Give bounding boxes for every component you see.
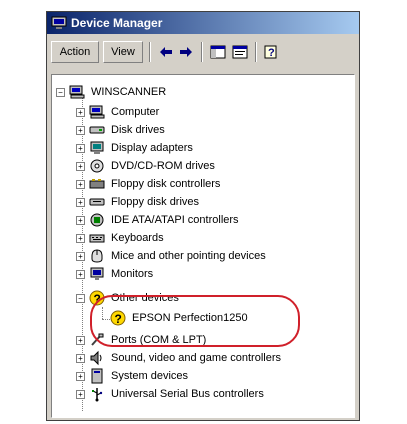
tree-item-dvd-cdrom-drives[interactable]: + DVD/CD-ROM drives [76,157,217,175]
tree-item-mice[interactable]: + Mice and other pointing devices [76,247,268,265]
device-manager-icon [51,16,67,29]
floppy-drive-icon [89,198,105,206]
tree-item-other-devices[interactable]: − ? Other devices [76,289,181,307]
tree-item-label: Universal Serial Bus controllers [111,388,264,400]
monitor-icon [90,267,104,280]
action-menu-button[interactable]: Action [51,41,99,63]
tree-item-label: Floppy disk drives [111,196,200,208]
usb-icon [92,388,103,402]
tree-item-label: Floppy disk controllers [111,178,221,190]
expand-toggle[interactable]: + [76,215,85,225]
tree-item-epson-scanner[interactable]: ? EPSON Perfection1250 [110,309,250,327]
tree-item-label: IDE ATA/ATAPI controllers [111,214,239,226]
toolbar-separator [255,42,257,62]
device-manager-window: Device Manager Action View ? − WINSCANNE… [46,11,360,421]
expand-toggle[interactable]: + [76,143,85,153]
svg-text:?: ? [94,292,101,306]
tree-item-label: Sound, video and game controllers [111,352,281,364]
tree-item-disk-drives[interactable]: + Disk drives [76,121,167,139]
tree-item-label: Mice and other pointing devices [111,250,266,262]
tree-item-label: System devices [111,370,189,382]
expand-toggle[interactable]: + [76,107,85,117]
system-device-icon [91,368,103,384]
title-bar[interactable]: Device Manager [47,12,359,34]
keyboard-icon [89,234,105,243]
show-tree-icon[interactable] [209,43,227,61]
expand-toggle[interactable]: + [76,389,85,399]
port-icon [91,333,104,346]
expand-toggle[interactable]: + [76,179,85,189]
action-menu-label: Action [59,46,91,58]
help-icon[interactable]: ? [263,43,281,61]
mouse-icon [91,249,103,263]
tree-item-floppy-controllers[interactable]: + Floppy disk controllers [76,175,222,193]
toolbar-separator [201,42,203,62]
unknown-device-icon: ? [110,310,126,326]
tree-item-label: Other devices [111,292,179,304]
tree-root[interactable]: − WINSCANNER [56,83,168,101]
forward-arrow-icon[interactable] [177,43,195,61]
tree-item-label: EPSON Perfection1250 [132,312,248,324]
tree-item-label: DVD/CD-ROM drives [111,160,215,172]
expand-toggle[interactable]: + [76,233,85,243]
expand-toggle[interactable]: + [76,125,85,135]
device-tree: − WINSCANNER + Computer + Disk drives + … [51,74,355,418]
unknown-device-icon: ? [89,290,105,306]
tree-item-ide-controllers[interactable]: + IDE ATA/ATAPI controllers [76,211,241,229]
expand-toggle[interactable]: + [76,371,85,381]
back-arrow-icon[interactable] [157,43,175,61]
expand-toggle[interactable]: + [76,197,85,207]
ide-controller-icon [90,213,104,227]
tree-item-monitors[interactable]: + Monitors [76,265,155,283]
tree-item-usb[interactable]: + Universal Serial Bus controllers [76,385,266,403]
display-adapter-icon [90,141,104,154]
sound-icon [90,350,102,366]
svg-text:?: ? [115,312,122,326]
dvd-drive-icon [90,159,104,173]
tree-line [102,307,103,319]
toolbar-separator [149,42,151,62]
expand-toggle[interactable]: + [76,335,85,345]
properties-icon[interactable] [231,43,249,61]
tree-item-label: Monitors [111,268,154,280]
collapse-toggle[interactable]: − [56,87,65,97]
tree-item-label: Disk drives [111,124,165,136]
tree-item-label: Keyboards [111,232,164,244]
expand-toggle[interactable]: + [76,269,85,279]
view-menu-button[interactable]: View [103,41,143,63]
svg-text:?: ? [268,47,275,59]
tree-item-floppy-drives[interactable]: + Floppy disk drives [76,193,201,211]
tree-item-label: Ports (COM & LPT) [111,334,207,346]
toolbar: Action View ? [47,38,359,68]
computer-icon [89,105,105,119]
tree-item-display-adapters[interactable]: + Display adapters [76,139,195,157]
floppy-controller-icon [89,179,105,189]
tree-root-label: WINSCANNER [91,86,167,98]
tree-item-label: Display adapters [111,142,193,154]
tree-item-ports[interactable]: + Ports (COM & LPT) [76,331,208,349]
expand-toggle[interactable]: + [76,251,85,261]
collapse-toggle[interactable]: − [76,293,85,303]
tree-item-keyboards[interactable]: + Keyboards [76,229,166,247]
computer-icon [69,85,85,99]
expand-toggle[interactable]: + [76,353,85,363]
disk-drive-icon [89,126,105,134]
tree-item-sound[interactable]: + Sound, video and game controllers [76,349,283,367]
tree-item-computer[interactable]: + Computer [76,103,161,121]
expand-toggle[interactable]: + [76,161,85,171]
view-menu-label: View [111,46,135,58]
tree-item-system-devices[interactable]: + System devices [76,367,190,385]
window-title: Device Manager [71,16,163,30]
tree-item-label: Computer [111,106,160,118]
